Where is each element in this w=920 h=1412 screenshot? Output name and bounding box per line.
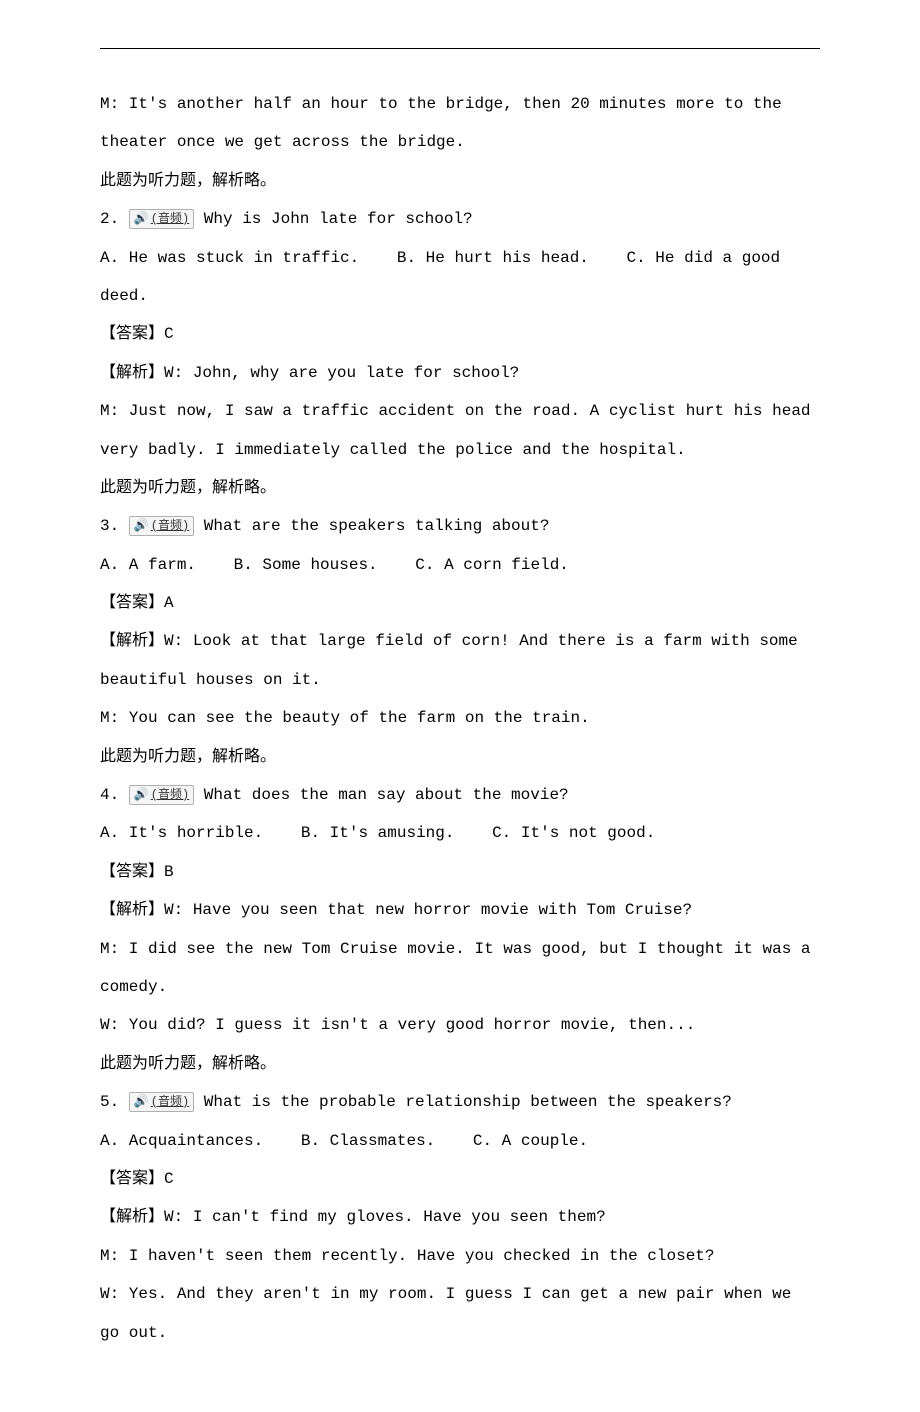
q2-question: Why is John late for school? [204, 210, 473, 228]
q5-optA: A. Acquaintances. [100, 1132, 263, 1150]
q5-w2: W: Yes. And they aren't in my room. I gu… [100, 1275, 820, 1352]
audio-button[interactable]: 🔊 (音频) [129, 785, 194, 805]
q2-answer-line: 【答案】C [100, 315, 820, 353]
page-container: M: It's another half an hour to the brid… [0, 0, 920, 1412]
q2-line: 2. 🔊 (音频) Why is John late for school? [100, 200, 820, 238]
explain-label: 【解析】 [100, 1208, 164, 1226]
listening-note: 此题为听力题，解析略。 [100, 469, 820, 507]
speaker-icon: 🔊 [134, 517, 149, 535]
audio-button[interactable]: 🔊 (音频) [129, 209, 194, 229]
q3-answer: A [164, 594, 174, 612]
intro-dialog-m: M: It's another half an hour to the brid… [100, 85, 820, 162]
q4-optC: C. It's not good. [492, 824, 655, 842]
q5-line: 5. 🔊 (音频) What is the probable relations… [100, 1083, 820, 1121]
q4-w1: W: Have you seen that new horror movie w… [164, 901, 692, 919]
q2-answer: C [164, 325, 174, 343]
q3-question: What are the speakers talking about? [204, 517, 550, 535]
q5-optC: C. A couple. [473, 1132, 588, 1150]
audio-button-label: (音频) [151, 786, 189, 804]
audio-button[interactable]: 🔊 (音频) [129, 516, 194, 536]
q4-m: M: I did see the new Tom Cruise movie. I… [100, 930, 820, 1007]
q5-optB: B. Classmates. [301, 1132, 435, 1150]
q4-question: What does the man say about the movie? [204, 786, 569, 804]
q4-explain-w1: 【解析】W: Have you seen that new horror mov… [100, 891, 820, 929]
answer-label: 【答案】 [100, 863, 164, 881]
q4-options: A. It's horrible. B. It's amusing. C. It… [100, 814, 820, 852]
q5-explain-w1: 【解析】W: I can't find my gloves. Have you … [100, 1198, 820, 1236]
content-block: M: It's another half an hour to the brid… [100, 85, 820, 1352]
q5-question: What is the probable relationship betwee… [204, 1093, 732, 1111]
q3-m: M: You can see the beauty of the farm on… [100, 699, 820, 737]
speaker-icon: 🔊 [134, 1093, 149, 1111]
listening-note: 此题为听力题，解析略。 [100, 738, 820, 776]
audio-button[interactable]: 🔊 (音频) [129, 1092, 194, 1112]
audio-button-label: (音频) [151, 1093, 189, 1111]
q4-number: 4. [100, 786, 119, 804]
q4-optA: A. It's horrible. [100, 824, 263, 842]
explain-label: 【解析】 [100, 632, 164, 650]
q3-optA: A. A farm. [100, 556, 196, 574]
q4-w2: W: You did? I guess it isn't a very good… [100, 1006, 820, 1044]
speaker-icon: 🔊 [134, 786, 149, 804]
answer-label: 【答案】 [100, 325, 164, 343]
q3-w: W: Look at that large field of corn! And… [100, 632, 798, 688]
q5-answer-line: 【答案】C [100, 1160, 820, 1198]
q3-optC: C. A corn field. [415, 556, 569, 574]
answer-label: 【答案】 [100, 1170, 164, 1188]
q3-number: 3. [100, 517, 119, 535]
q4-optB: B. It's amusing. [301, 824, 455, 842]
q4-line: 4. 🔊 (音频) What does the man say about th… [100, 776, 820, 814]
q3-optB: B. Some houses. [234, 556, 378, 574]
speaker-icon: 🔊 [134, 210, 149, 228]
q3-explain-w: 【解析】W: Look at that large field of corn!… [100, 622, 820, 699]
q5-answer: C [164, 1170, 174, 1188]
q4-answer-line: 【答案】B [100, 853, 820, 891]
q2-optB: B. He hurt his head. [397, 249, 589, 267]
q4-answer: B [164, 863, 174, 881]
top-divider [100, 48, 820, 49]
q5-m: M: I haven't seen them recently. Have yo… [100, 1237, 820, 1275]
q3-options: A. A farm. B. Some houses. C. A corn fie… [100, 546, 820, 584]
q3-line: 3. 🔊 (音频) What are the speakers talking … [100, 507, 820, 545]
explain-label: 【解析】 [100, 901, 164, 919]
q2-options: A. He was stuck in traffic. B. He hurt h… [100, 239, 820, 316]
q2-explain-w: 【解析】W: John, why are you late for school… [100, 354, 820, 392]
q2-m: M: Just now, I saw a traffic accident on… [100, 392, 820, 469]
listening-note: 此题为听力题，解析略。 [100, 162, 820, 200]
q5-options: A. Acquaintances. B. Classmates. C. A co… [100, 1122, 820, 1160]
q5-w1: W: I can't find my gloves. Have you seen… [164, 1208, 606, 1226]
q2-w: W: John, why are you late for school? [164, 364, 519, 382]
audio-button-label: (音频) [151, 517, 189, 535]
explain-label: 【解析】 [100, 364, 164, 382]
answer-label: 【答案】 [100, 594, 164, 612]
listening-note: 此题为听力题，解析略。 [100, 1045, 820, 1083]
q2-optA: A. He was stuck in traffic. [100, 249, 359, 267]
audio-button-label: (音频) [151, 210, 189, 228]
q3-answer-line: 【答案】A [100, 584, 820, 622]
q2-number: 2. [100, 210, 119, 228]
q5-number: 5. [100, 1093, 119, 1111]
